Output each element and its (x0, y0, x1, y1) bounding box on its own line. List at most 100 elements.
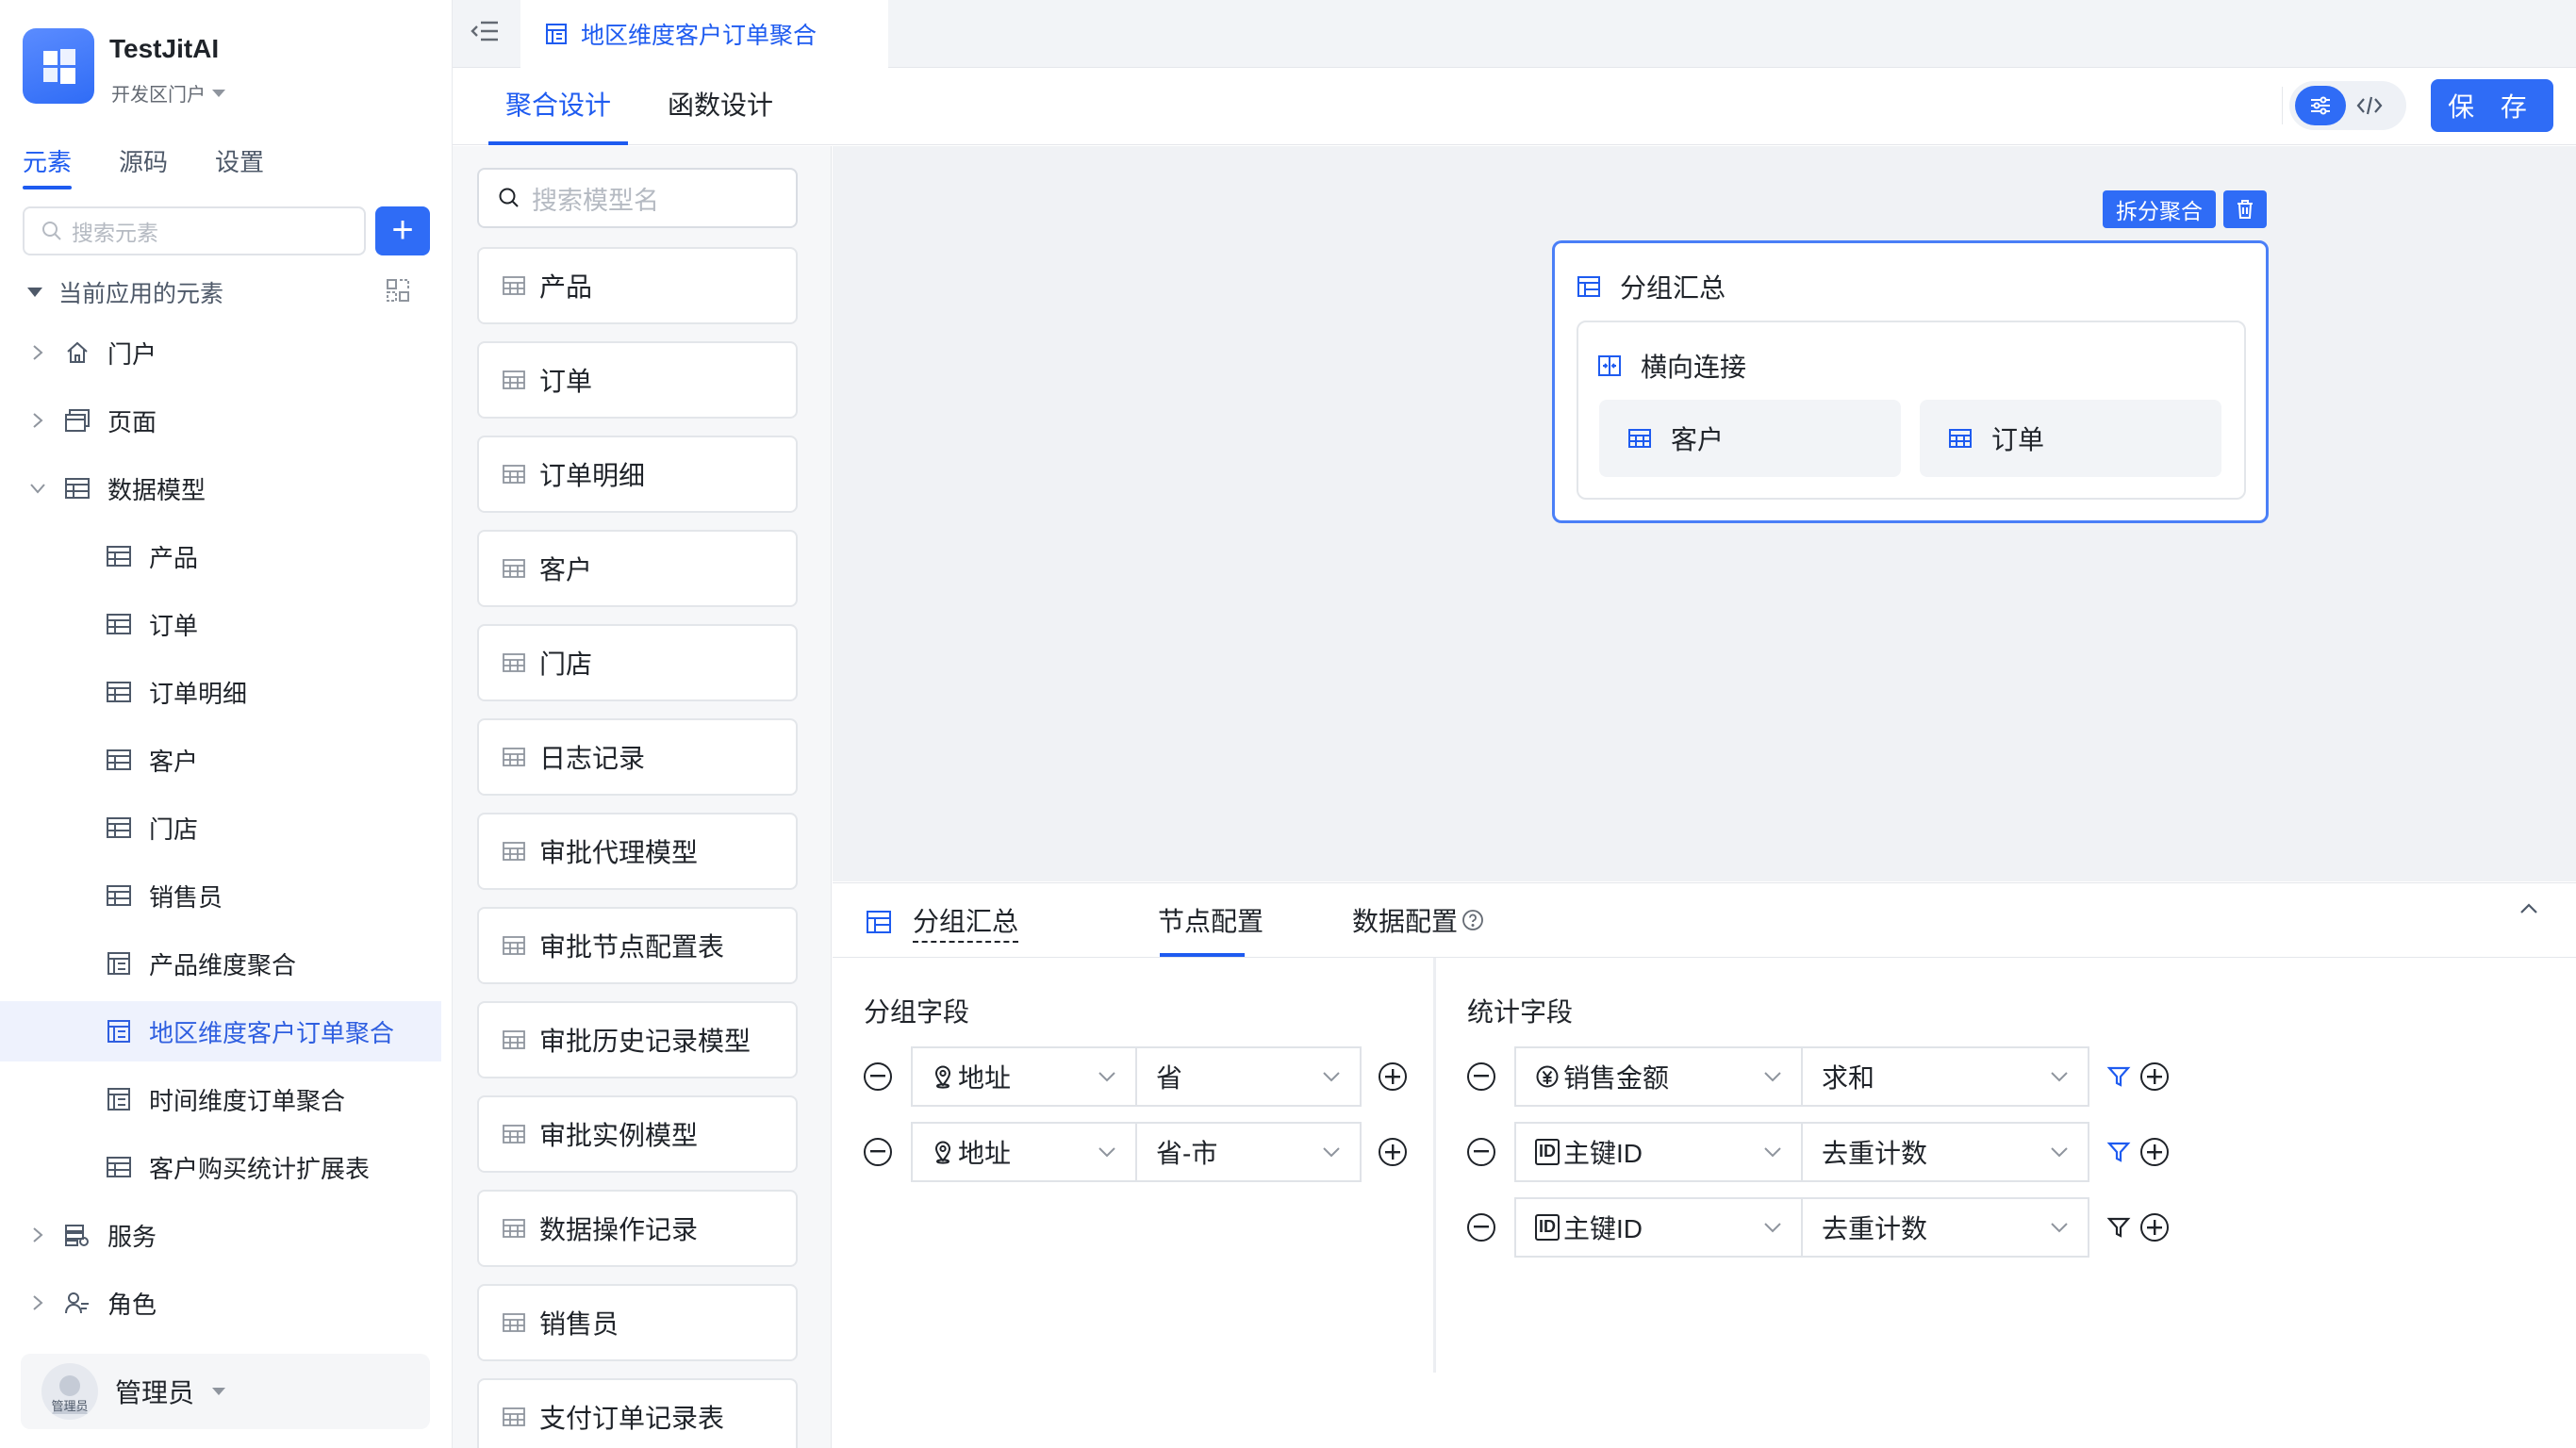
model-card-label: 数据操作记录 (539, 1215, 699, 1244)
group-level-select[interactable]: 省 (1135, 1046, 1362, 1107)
table-icon (102, 681, 136, 703)
delete-node-button[interactable] (2223, 190, 2267, 228)
remove-row-icon[interactable] (1467, 1062, 1495, 1091)
element-search-input[interactable]: 搜索元素 (23, 206, 366, 255)
chevron-right-icon[interactable] (25, 1226, 51, 1243)
aggregate-func-select[interactable]: 求和 (1801, 1046, 2089, 1107)
sidebar-item[interactable]: 销售员 (0, 865, 441, 926)
section-current-app[interactable]: 当前应用的元素 (26, 275, 223, 309)
add-element-button[interactable]: + (375, 206, 430, 255)
divider (833, 957, 2576, 958)
chevron-right-icon[interactable] (25, 344, 51, 361)
sidebar-item-label: 销售员 (149, 882, 223, 912)
chevron-right-icon[interactable] (25, 412, 51, 429)
sidebar-item[interactable]: 门户 (0, 322, 441, 383)
sidebar-item[interactable]: 角色 (0, 1273, 441, 1333)
sidebar-item[interactable]: 订单明细 (0, 662, 441, 722)
remove-row-icon[interactable] (1467, 1138, 1495, 1166)
model-card[interactable]: 审批代理模型 (477, 813, 798, 890)
filter-icon[interactable] (2106, 1064, 2131, 1089)
aggregate-table-icon (102, 951, 136, 976)
chevron-right-icon[interactable] (25, 1294, 51, 1311)
model-card[interactable]: 产品 (477, 247, 798, 324)
add-row-icon[interactable] (2140, 1213, 2169, 1242)
sidebar-tabs: 元素 源码 设置 (23, 143, 264, 189)
tab-settings[interactable]: 设置 (215, 143, 264, 189)
add-row-icon[interactable] (2140, 1138, 2169, 1166)
model-card[interactable]: 销售员 (477, 1284, 798, 1361)
model-card[interactable]: 数据操作记录 (477, 1190, 798, 1267)
stat-field-select[interactable]: 销售金额 (1514, 1046, 1803, 1107)
tab-aggregate-design[interactable]: 聚合设计 (487, 85, 629, 145)
model-search-input[interactable]: 搜索模型名 (477, 168, 798, 228)
chevron-down-icon[interactable] (25, 483, 51, 494)
sidebar-item[interactable]: 门店 (0, 798, 441, 858)
sidebar-item[interactable]: 时间维度订单聚合 (0, 1069, 441, 1129)
sidebar-item[interactable]: 订单 (0, 594, 441, 654)
filter-icon[interactable] (2106, 1140, 2131, 1164)
tab-elements[interactable]: 元素 (23, 143, 73, 189)
group-field-select[interactable]: 地址 (911, 1046, 1137, 1107)
model-card[interactable]: 审批历史记录模型 (477, 1001, 798, 1078)
filter-icon[interactable] (2106, 1215, 2131, 1240)
model-card[interactable]: 订单明细 (477, 436, 798, 513)
sidebar-item[interactable]: 产品 (0, 526, 441, 586)
location-icon (932, 1140, 954, 1164)
table-icon (1577, 275, 1601, 298)
model-card[interactable]: 订单 (477, 341, 798, 419)
collapse-sidebar-icon[interactable] (470, 19, 500, 43)
save-button[interactable]: 保 存 (2431, 79, 2553, 132)
portal-selector[interactable]: 开发区门户 (111, 79, 226, 107)
help-icon[interactable] (1461, 909, 1484, 931)
group-field-select[interactable]: 地址 (911, 1122, 1137, 1182)
collapse-panel-icon[interactable] (2519, 903, 2538, 914)
code-icon[interactable] (2355, 94, 2384, 117)
layout-toggle-icon[interactable] (385, 277, 411, 304)
model-card[interactable]: 客户 (477, 530, 798, 607)
tab-node-config[interactable]: 节点配置 (1158, 901, 1263, 939)
table-node-customer[interactable]: 客户 (1599, 400, 1901, 477)
model-card[interactable]: 支付订单记录表 (477, 1378, 798, 1448)
sidebar-item[interactable]: 地区维度客户订单聚合 (0, 1001, 441, 1061)
stat-field-select[interactable]: ID 主键ID (1514, 1197, 1803, 1258)
view-toggle[interactable] (2289, 81, 2406, 130)
model-card[interactable]: 审批实例模型 (477, 1095, 798, 1173)
split-aggregate-button[interactable]: 拆分聚合 (2103, 190, 2216, 228)
settings-view-button[interactable] (2295, 86, 2346, 125)
model-card[interactable]: 日志记录 (477, 718, 798, 796)
sidebar-item[interactable]: 数据模型 (0, 458, 441, 518)
tab-source[interactable]: 源码 (119, 143, 168, 189)
design-tabs: 聚合设计 函数设计 (487, 85, 773, 145)
chevron-down-icon (1763, 1146, 1782, 1158)
sidebar-item[interactable]: 页面 (0, 390, 441, 451)
aggregate-func-select[interactable]: 去重计数 (1801, 1197, 2089, 1258)
remove-row-icon[interactable] (864, 1138, 892, 1166)
add-row-icon[interactable] (2140, 1062, 2169, 1091)
stat-field-row: ID 主键ID 去重计数 (1467, 1197, 2169, 1258)
table-icon (502, 464, 526, 485)
table-node-label: 客户 (1671, 425, 1725, 454)
add-row-icon[interactable] (1379, 1062, 1407, 1091)
stat-field-select[interactable]: ID 主键ID (1514, 1122, 1803, 1182)
panel-node-name[interactable]: 分组汇总 (913, 901, 1019, 943)
tab-function-design[interactable]: 函数设计 (668, 85, 773, 145)
sidebar-item[interactable]: 客户购买统计扩展表 (0, 1137, 441, 1197)
add-row-icon[interactable] (1379, 1138, 1407, 1166)
model-card[interactable]: 门店 (477, 624, 798, 701)
table-icon (502, 841, 526, 862)
user-menu[interactable]: 管理员 管理员 (21, 1354, 430, 1429)
remove-row-icon[interactable] (1467, 1213, 1495, 1242)
model-card[interactable]: 审批节点配置表 (477, 907, 798, 984)
remove-row-icon[interactable] (864, 1062, 892, 1091)
group-level-select[interactable]: 省-市 (1135, 1122, 1362, 1182)
table-node-order[interactable]: 订单 (1920, 400, 2221, 477)
aggregate-func-select[interactable]: 去重计数 (1801, 1122, 2089, 1182)
sidebar-item[interactable]: 服务 (0, 1205, 441, 1265)
page-icon (60, 408, 94, 433)
tab-data-config[interactable]: 数据配置 (1352, 901, 1484, 939)
sidebar-item[interactable]: 客户 (0, 730, 441, 790)
sidebar-item[interactable]: 产品维度聚合 (0, 933, 441, 994)
model-card-label: 日志记录 (539, 744, 646, 773)
caret-down-icon (211, 89, 226, 98)
document-tab[interactable]: 地区维度客户订单聚合 (520, 0, 888, 68)
